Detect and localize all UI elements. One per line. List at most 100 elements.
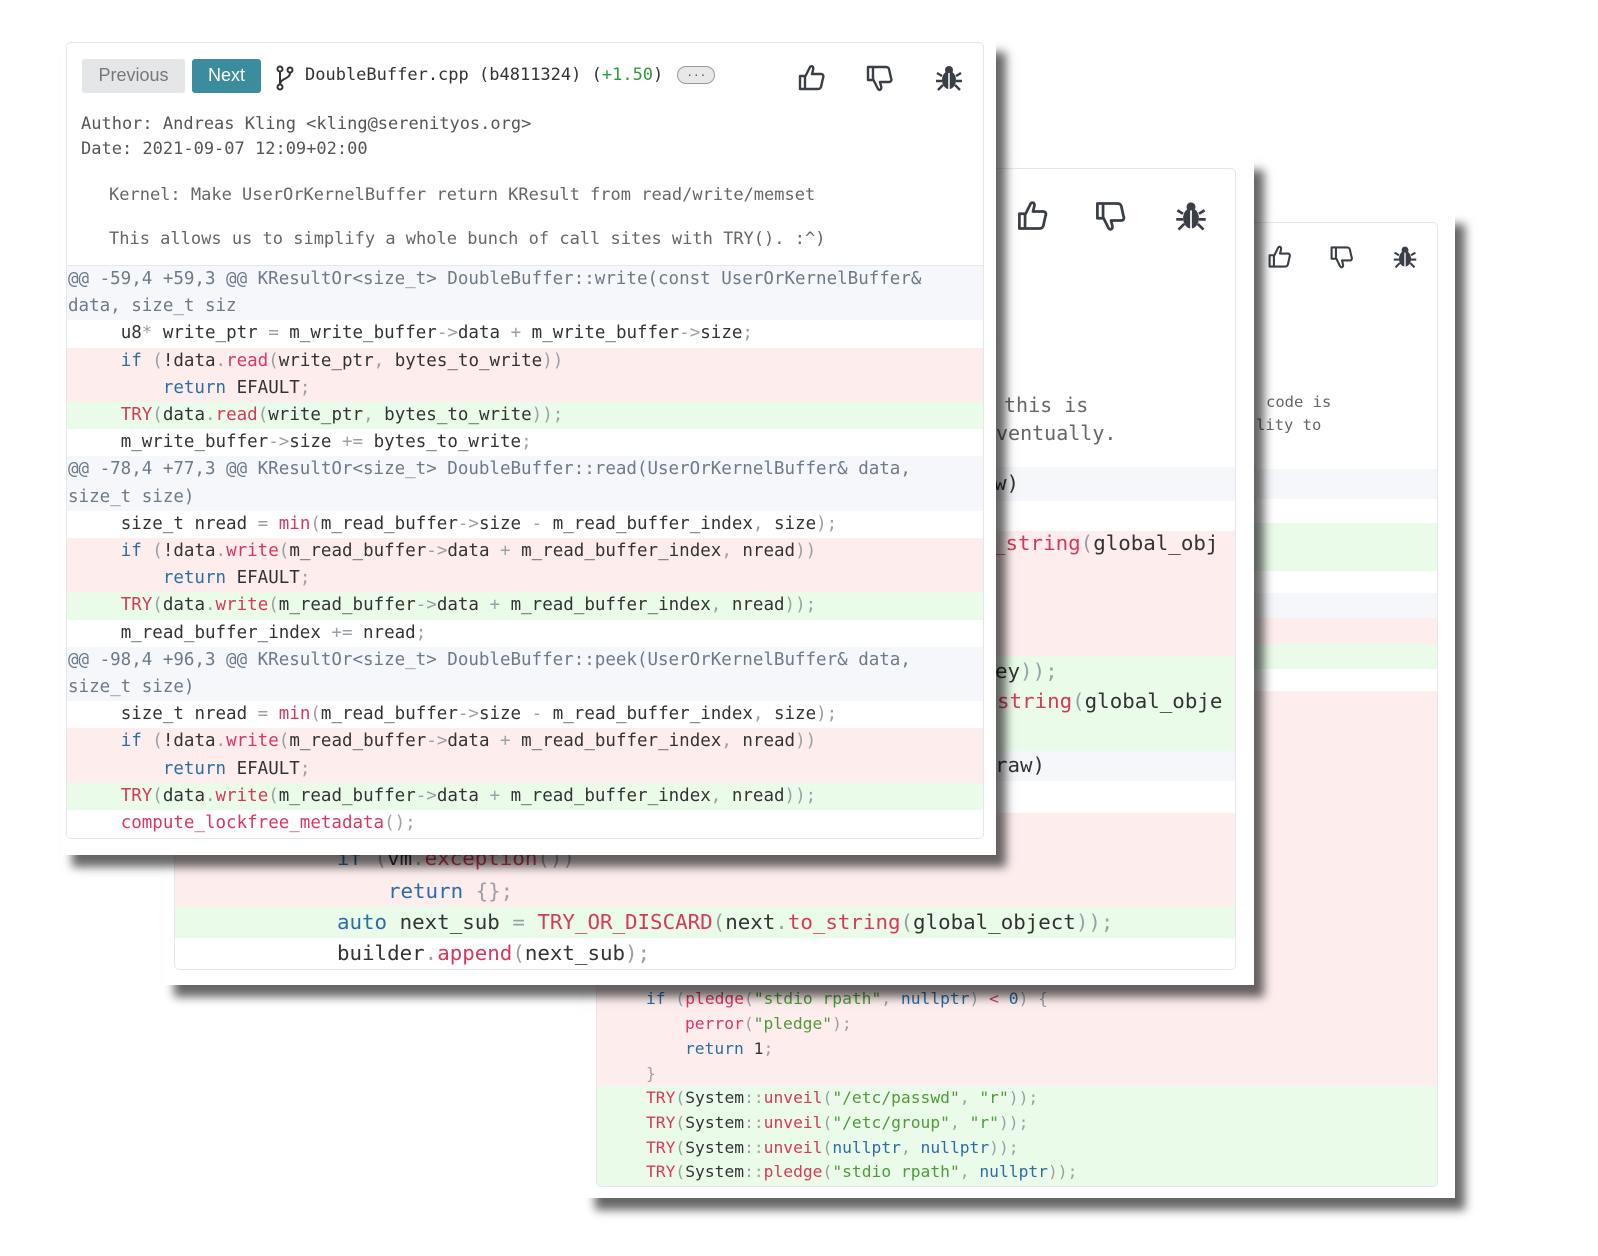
code-line: auto next_sub = TRY_OR_DISCARD(next.to_s… [337,910,1113,934]
added-line: TRY(data.write(m_read_buffer->data + m_r… [67,782,983,811]
code-token: if [120,541,142,562]
code-token: -> [679,323,701,344]
bug-icon[interactable] [934,63,964,97]
code-token: += [331,622,353,643]
code-token: (); [384,813,416,834]
code-token: @@ -78,4 +77,3 @@ KResultOr<size_t> Doub… [68,459,922,507]
code-token: ( [822,1113,833,1132]
code-token: data [447,731,501,752]
commit-message-fragment: this is [1004,393,1088,417]
code-token: write_ptr [268,405,364,426]
code-token: nullptr [979,1162,1048,1181]
code-token: ( [141,541,163,562]
code-token: write [226,541,279,562]
code-token: ey [995,659,1021,683]
code-token: next [725,910,776,934]
code-token: m_read_buffer_index [500,785,711,806]
removed-line: return EFAULT; [67,565,983,593]
thumbs-up-icon[interactable] [1267,244,1293,274]
code-token: m_write_buffer [278,323,437,344]
code-token: ( [278,541,290,562]
code-token: min [278,513,311,534]
code-line: return 1; [685,1039,773,1058]
code-token: ( [744,989,754,1008]
code-line: return {}; [388,879,513,903]
code-token: . [424,941,438,965]
next-button[interactable]: Next [192,59,261,93]
code-token: write_ptr [152,323,269,344]
code-token: return [388,879,464,903]
code-token: ( [152,785,163,806]
code-token: size [700,323,743,344]
code-token: TRY [646,1162,676,1181]
bug-icon[interactable] [1174,199,1208,237]
code-token: ) { [1018,989,1048,1008]
code-token: "r" [979,1088,1009,1107]
code-token: m_read_buffer_index [68,622,332,643]
code-token: ( [278,731,290,752]
diff-card-front-inner: Previous Next DoubleBuffer.cpp (b4811324… [66,42,984,839]
code-line: ey)); [995,659,1058,683]
code-token: -> [415,785,437,806]
thumbs-down-icon[interactable] [1094,199,1128,237]
code-token: size [478,704,532,725]
code-token: m_read_buffer_index [510,731,722,752]
code-token: )); [998,1113,1029,1132]
code-token: ( [675,1162,686,1181]
thumbs-up-icon[interactable] [797,63,827,97]
code-token: ( [822,1088,833,1107]
code-token: * [141,323,153,344]
context-line: m_read_buffer_index += nread; [67,619,983,647]
code-token: nullptr [832,1138,901,1157]
hunk-header: @@ -59,4 +59,3 @@ KResultOr<size_t> Doub… [67,266,983,321]
thumbs-up-icon[interactable] [1016,199,1050,237]
removed-line: return EFAULT; [67,755,983,783]
thumbs-down-icon[interactable] [865,63,895,97]
code-token: "pledge" [753,1014,833,1033]
commit-date: Date: 2021-09-07 12:09+02:00 [81,139,368,159]
code-token: ( [152,595,163,616]
code-token: return [162,758,227,779]
code-token: write [226,731,279,752]
bug-icon[interactable] [1392,244,1418,274]
code-token: pledge [763,1162,823,1181]
code-token: unveil [763,1138,823,1157]
code-token: += [341,432,364,453]
code-token: compute_lockfree_metadata [120,813,385,834]
code-token: ); [832,1014,852,1033]
code-token: global_object [913,910,1076,934]
code-token: unveil [763,1113,823,1132]
code-token: )); [1075,910,1114,934]
code-token: "/etc/passwd" [832,1088,960,1107]
code-token: size_t nread [68,513,258,534]
code-token: , [959,1088,980,1107]
more-button[interactable]: ... [677,66,716,84]
code-token: TRY [646,1113,676,1132]
code-token: m_read_buffer [320,513,458,534]
code-token: )); [784,595,817,616]
context-line: size_t nread = min(m_read_buffer->size -… [67,510,983,539]
code-token: , [373,350,395,371]
code-line: TRY(System::unveil(nullptr, nullptr)); [646,1138,1019,1157]
code-token: if [646,989,666,1008]
code-token: ( [900,910,914,934]
code-token: ( [268,350,279,371]
code-token: )) [542,350,564,371]
code-token: return [162,377,227,398]
code-token: = [512,910,525,934]
code-token: - [531,704,543,725]
code-token: TRY [646,1088,676,1107]
code-token: , [710,785,732,806]
previous-button[interactable]: Previous [82,59,185,93]
code-token: = [257,704,269,725]
code-token: m_read_buffer [320,704,458,725]
diff-code: @@ -59,4 +59,3 @@ KResultOr<size_t> Doub… [67,266,983,838]
code-token: ; [299,758,311,779]
code-token: global_obje [1084,689,1223,713]
thumbs-down-icon[interactable] [1329,244,1355,274]
commit-message-fragment: code is [1266,393,1331,411]
code-token: , [959,1162,980,1181]
code-token: "stdio rpath" [753,989,882,1008]
code-token: -> [457,704,479,725]
code-token: @@ -98,4 +96,3 @@ KResultOr<size_t> Doub… [68,649,922,698]
